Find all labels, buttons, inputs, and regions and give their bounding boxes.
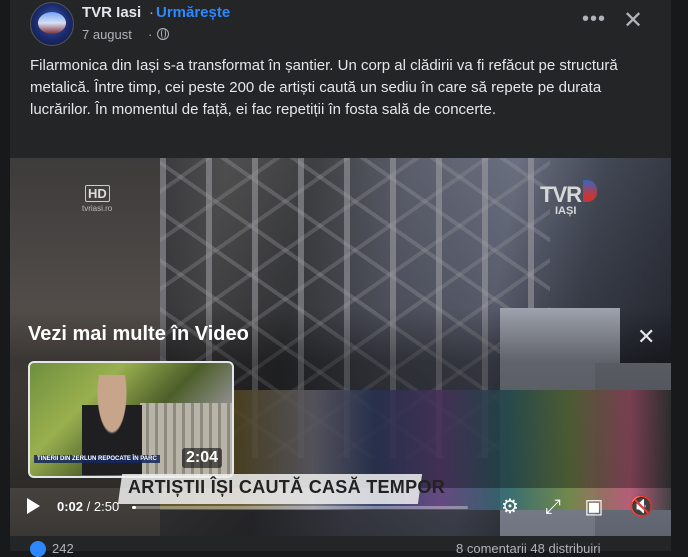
follow-button[interactable]: Urmărește [156,4,230,21]
suggested-video-thumbnail[interactable]: TINERII DIN ZERLUN REPOCATE ÎN PARC 2:04 [28,361,234,478]
page-name-link[interactable]: TVR Iasi [82,4,141,21]
video-time: 0:02 / 2:50 [57,499,119,514]
current-time: 0:02 [57,499,84,514]
total-time: 2:50 [93,499,120,514]
thumbnail-caption: TINERII DIN ZERLUN REPOCATE ÎN PARC [34,455,160,463]
post-footer: 242 8 comentarii 48 distribuiri [10,536,671,557]
mute-icon[interactable]: 🔇 [629,495,654,519]
hd-badge: HD [85,185,110,202]
post-caption: Filarmonica din Iași s-a transformat în … [30,57,618,118]
video-player[interactable]: HD tvriasi.ro TVR IAȘI Vezi mai multe în… [10,158,671,536]
reaction-count[interactable]: 242 [52,541,74,556]
picture-in-picture-icon[interactable]: ▣ [582,495,606,519]
close-icon[interactable]: ✕ [623,6,643,35]
page-avatar[interactable] [30,2,74,46]
progress-fill [132,506,137,509]
channel-logo-mark-icon [583,180,597,202]
post-date-link[interactable]: 7 august [82,27,132,42]
like-reaction-icon[interactable] [30,541,46,557]
more-videos-title: Vezi mai multe în Video [28,323,249,345]
globe-icon [157,28,169,40]
close-more-videos-icon[interactable]: ✕ [637,324,655,350]
more-options-icon[interactable]: ••• [582,8,606,31]
post-card: TVR Iasi · Urmărește 7 august · ••• ✕ Fi… [10,0,671,557]
engagement-stats[interactable]: 8 comentarii 48 distribuiri [456,541,601,556]
fullscreen-expand-icon[interactable]: ⤢ [541,495,565,519]
time-separator: / [83,499,94,514]
post-header: TVR Iasi · Urmărește 7 august · ••• ✕ [10,0,671,50]
progress-bar[interactable] [132,506,468,509]
name-separator: · [149,4,154,21]
thumbnail-duration: 2:04 [182,448,223,468]
channel-logo-city: IAȘI [555,205,577,217]
hd-watermark-text: tvriasi.ro [82,204,113,213]
video-controls: 0:02 / 2:50 ⚙ ⤢ ▣ 🔇 [10,488,671,528]
play-icon[interactable] [27,498,40,514]
settings-icon[interactable]: ⚙ [498,495,522,519]
date-separator: · [148,27,153,42]
